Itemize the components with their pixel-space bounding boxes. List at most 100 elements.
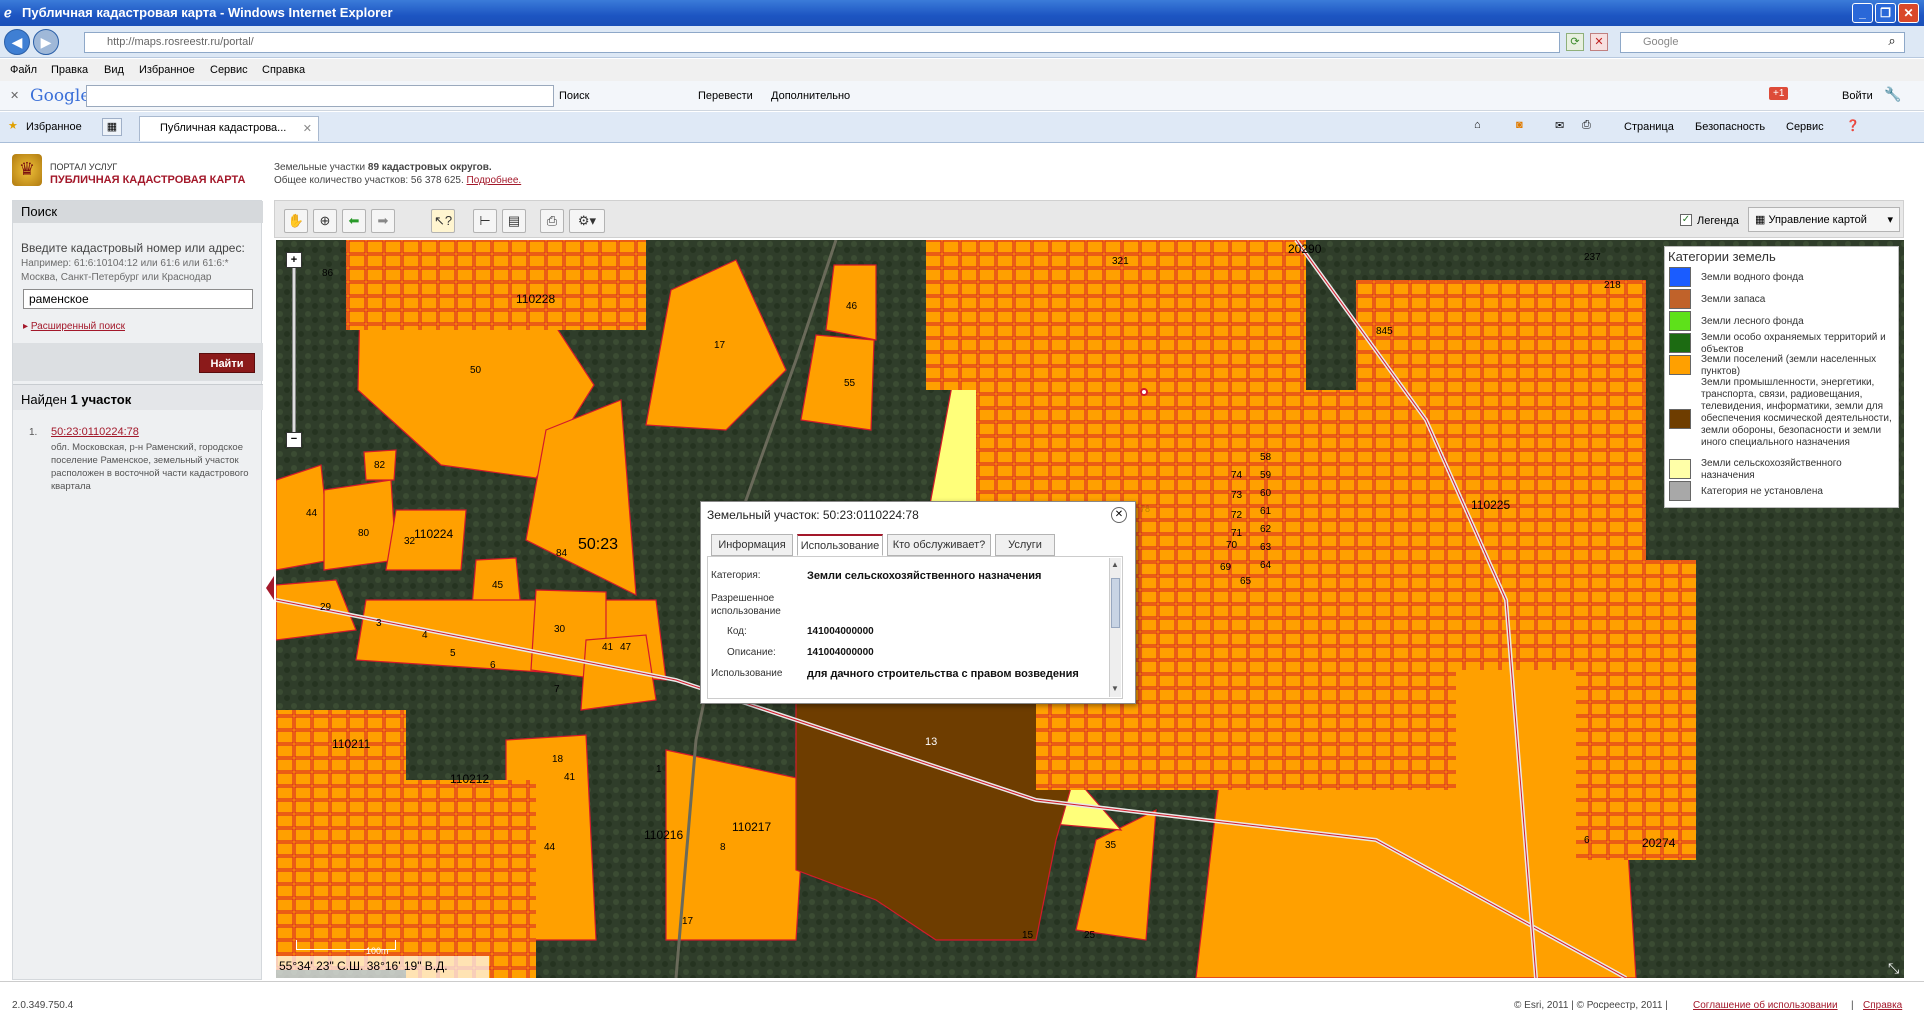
browser-tab[interactable]: Публичная кадастрова... ✕ [139,116,319,141]
google-search-button[interactable]: Поиск [559,90,589,102]
map-label: 35 [1105,840,1117,851]
legend-panel: Категории земель Земли водного фонда Зем… [1664,246,1899,508]
scroll-thumb[interactable] [1111,578,1120,628]
home-icon[interactable]: ⌂ [1474,119,1481,131]
map-label: 84 [556,548,568,559]
google-search-input[interactable] [86,85,554,107]
tab-info[interactable]: Информация [711,534,793,556]
portal-header: ♛ ПОРТАЛ УСЛУГ ПУБЛИЧНАЯ КАДАСТРОВАЯ КАР… [0,144,1924,192]
map-label: 50 [470,365,482,376]
stats-line2: Общее количество участков: 56 378 625. П… [274,175,521,186]
zoom-box-icon[interactable]: ⊕ [313,209,337,233]
logo-line2: ПУБЛИЧНАЯ КАДАСТРОВАЯ КАРТА [50,174,246,186]
menu-edit[interactable]: Правка [51,64,88,76]
close-window-button[interactable]: ✕ [1898,3,1919,23]
map-label: 13 [925,736,938,748]
back-button[interactable]: ◀ [4,29,30,55]
popup-row-label: Использование [711,668,783,679]
popup-scrollbar[interactable]: ▲ ▼ [1109,558,1121,697]
map-label: 110212 [450,772,490,786]
map-label: 32 [404,536,416,547]
result-link[interactable]: 50:23:0110224:78 [51,426,139,438]
menu-favorites[interactable]: Избранное [139,64,195,76]
tab-who-serves[interactable]: Кто обслуживает? [887,534,991,556]
address-input[interactable]: http://maps.rosreestr.ru/portal/ [84,32,1560,53]
service-menu[interactable]: Сервис [1786,121,1824,133]
find-button[interactable]: Найти [199,353,255,373]
map-canvas[interactable]: 110228 50 17 46 55 110224 50:23 20290 11… [276,240,1904,978]
translate-button[interactable]: Перевести [698,90,753,102]
more-link[interactable]: Подробнее. [467,175,522,186]
map-label: 86 [322,268,334,279]
pan-hand-icon[interactable]: ✋ [284,209,308,233]
map-label: 110228 [516,292,556,306]
more-button[interactable]: Дополнительно [771,90,850,102]
collapse-panel-handle[interactable] [266,576,274,600]
resize-grip-icon[interactable]: ⤡ [1888,960,1899,977]
close-tab-icon[interactable]: ✕ [303,122,312,135]
scroll-up-icon[interactable]: ▲ [1111,560,1119,569]
page-menu[interactable]: Страница [1624,121,1674,133]
map-label: 6 [1584,835,1590,846]
found-prefix: Найден [21,392,67,407]
zoom-out-button[interactable]: − [286,432,302,448]
back-extent-icon[interactable]: ⬅ [342,209,366,233]
cadastral-search-input[interactable]: раменское [23,289,253,309]
help-link[interactable]: Справка [1863,1000,1902,1011]
menu-view[interactable]: Вид [104,64,124,76]
zoom-track[interactable] [292,268,296,432]
search-heading: Поиск [13,201,263,223]
zoom-in-button[interactable]: + [286,252,302,268]
signin-button[interactable]: Войти [1842,90,1873,102]
window-titlebar: ℯ Публичная кадастровая карта - Windows … [0,0,1924,26]
map-label: 65 [1240,576,1252,587]
favorites-button[interactable]: Избранное [26,121,82,133]
quick-tabs-icon[interactable]: ▦ [102,118,122,136]
wrench-icon[interactable]: 🔧 [1884,86,1901,103]
map-label: 80 [358,528,370,539]
map-label: 321 [1112,256,1129,267]
copyright-label: © Esri, 2011 | © Росреестр, 2011 | [1514,1000,1668,1011]
forward-button[interactable]: ▶ [33,29,59,55]
minimize-button[interactable]: _ [1852,3,1873,23]
forward-extent-icon[interactable]: ➡ [371,209,395,233]
tab-usage[interactable]: Использование [797,534,883,556]
map-label: 110211 [332,737,371,751]
help-icon[interactable]: ❓ [1846,119,1860,132]
identify-icon[interactable]: ↖? [431,209,455,233]
star-icon[interactable]: ★ [8,119,18,132]
manage-map-dropdown[interactable]: ▦ Управление картой ▾ [1748,207,1900,232]
menu-tools[interactable]: Сервис [210,64,248,76]
advanced-search-link[interactable]: ▸ Расширенный поиск [23,321,125,332]
print-icon[interactable]: ⎙ [1582,119,1591,132]
search-icon[interactable]: ⌕ [1882,33,1902,52]
close-toolbar-icon[interactable]: ✕ [10,89,19,102]
google-toolbar: ✕ Google Поиск Перевести Дополнительно +… [0,81,1924,111]
map-label: 237 [1584,252,1601,263]
scroll-down-icon[interactable]: ▼ [1111,684,1119,693]
browser-search-input[interactable]: Google [1620,32,1905,53]
safety-menu[interactable]: Безопасность [1695,121,1765,133]
menu-help[interactable]: Справка [262,64,305,76]
found-count: 1 участок [70,392,132,407]
tab-services[interactable]: Услуги [995,534,1055,556]
print-map-icon[interactable]: ⎙ [540,209,564,233]
measure-icon[interactable]: ⊢ [473,209,497,233]
map-label: 41 [564,772,576,783]
mail-icon[interactable]: ✉ [1555,119,1564,132]
legend-checkbox[interactable]: ✓ [1680,214,1692,226]
agreement-link[interactable]: Соглашение об использовании [1693,1000,1838,1011]
tools-dropdown-icon[interactable]: ⚙▾ [569,209,605,233]
layers-icon[interactable]: ▤ [502,209,526,233]
maximize-button[interactable]: ❐ [1875,3,1896,23]
google-plus-icon[interactable]: +1 [1769,87,1789,100]
legend-item-label: Земли лесного фонда [1701,316,1804,327]
stop-icon[interactable]: ✕ [1590,33,1608,51]
menu-file[interactable]: Файл [10,64,37,76]
map-label: 73 [1231,490,1243,501]
legend-swatch [1669,289,1691,309]
refresh-icon[interactable]: ⟳ [1566,33,1584,51]
feeds-icon[interactable]: ◙ [1516,119,1523,131]
map-label: 63 [1260,542,1272,553]
close-popup-icon[interactable]: ✕ [1111,507,1127,523]
